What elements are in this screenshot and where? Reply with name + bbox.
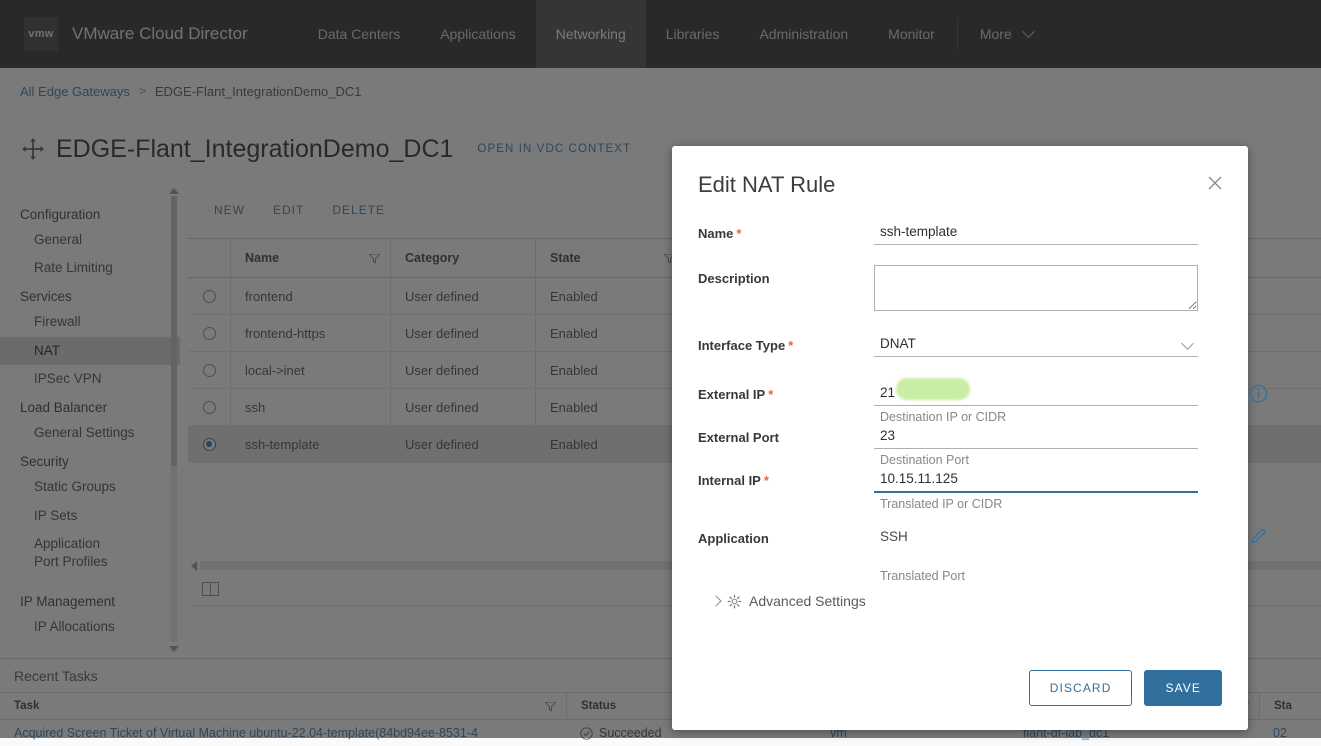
field-row-name: Name* [698, 220, 1222, 245]
label-external-ip-text: External IP [698, 387, 765, 402]
edit-pencil-icon[interactable] [1249, 527, 1268, 546]
interface-type-select-wrapper: DNAT [874, 332, 1198, 357]
advanced-settings-label: Advanced Settings [749, 593, 866, 609]
dialog-footer: DISCARD SAVE [672, 670, 1248, 730]
gear-icon [727, 594, 742, 609]
control-application: SSH Translated Port [874, 525, 1222, 583]
control-external-port: Destination Port [874, 424, 1222, 467]
required-asterisk: * [788, 338, 793, 353]
label-external-port-text: External Port [698, 430, 779, 445]
close-icon[interactable] [1204, 172, 1226, 194]
label-description: Description [698, 265, 874, 286]
label-description-text: Description [698, 271, 770, 286]
hint-internal-ip: Translated IP or CIDR [874, 493, 1222, 511]
label-name-text: Name [698, 226, 733, 241]
required-asterisk: * [764, 473, 769, 488]
label-application-text: Application [698, 531, 769, 546]
field-row-description: Description [698, 265, 1222, 316]
dialog-header: Edit NAT Rule [672, 146, 1248, 198]
interface-type-select[interactable]: DNAT [874, 332, 1198, 357]
label-application: Application [698, 525, 874, 546]
dialog-body: Name* Description Interface Type* DNAT [672, 198, 1248, 670]
required-asterisk: * [768, 387, 773, 402]
internal-ip-input[interactable] [874, 467, 1198, 493]
control-internal-ip: Translated IP or CIDR [874, 467, 1222, 511]
hint-application: Translated Port [874, 549, 1222, 583]
required-asterisk: * [736, 226, 741, 241]
label-interface-type-text: Interface Type [698, 338, 785, 353]
name-input[interactable] [874, 220, 1198, 245]
control-name [874, 220, 1222, 245]
field-row-interface-type: Interface Type* DNAT [698, 332, 1222, 357]
info-icon[interactable] [1249, 384, 1268, 403]
field-row-external-port: External Port Destination Port [698, 424, 1222, 467]
field-row-application: Application SSH Translated Port [698, 525, 1222, 583]
hint-external-ip: Destination IP or CIDR [874, 406, 1222, 424]
label-external-port: External Port [698, 424, 874, 445]
advanced-settings-toggle[interactable]: Advanced Settings [698, 593, 1222, 609]
label-name: Name* [698, 220, 874, 241]
control-interface-type: DNAT [874, 332, 1222, 357]
field-row-internal-ip: Internal IP* Translated IP or CIDR [698, 467, 1222, 511]
label-interface-type: Interface Type* [698, 332, 874, 353]
external-port-input[interactable] [874, 424, 1198, 449]
hint-external-port: Destination Port [874, 449, 1222, 467]
control-external-ip: Destination IP or CIDR [874, 381, 1222, 424]
field-row-external-ip: External IP* Destination IP or CIDR [698, 381, 1222, 424]
save-button[interactable]: SAVE [1144, 670, 1222, 706]
external-ip-input[interactable] [874, 381, 1198, 406]
dialog-title: Edit NAT Rule [698, 172, 1222, 198]
edit-nat-rule-dialog: Edit NAT Rule Name* Description Interfac… [672, 146, 1248, 730]
chevron-right-icon [710, 595, 721, 606]
label-internal-ip-text: Internal IP [698, 473, 761, 488]
label-internal-ip: Internal IP* [698, 467, 874, 488]
application-value: SSH [874, 525, 1222, 549]
description-textarea[interactable] [874, 265, 1198, 311]
control-description [874, 265, 1222, 316]
label-external-ip: External IP* [698, 381, 874, 402]
discard-button[interactable]: DISCARD [1029, 670, 1133, 706]
